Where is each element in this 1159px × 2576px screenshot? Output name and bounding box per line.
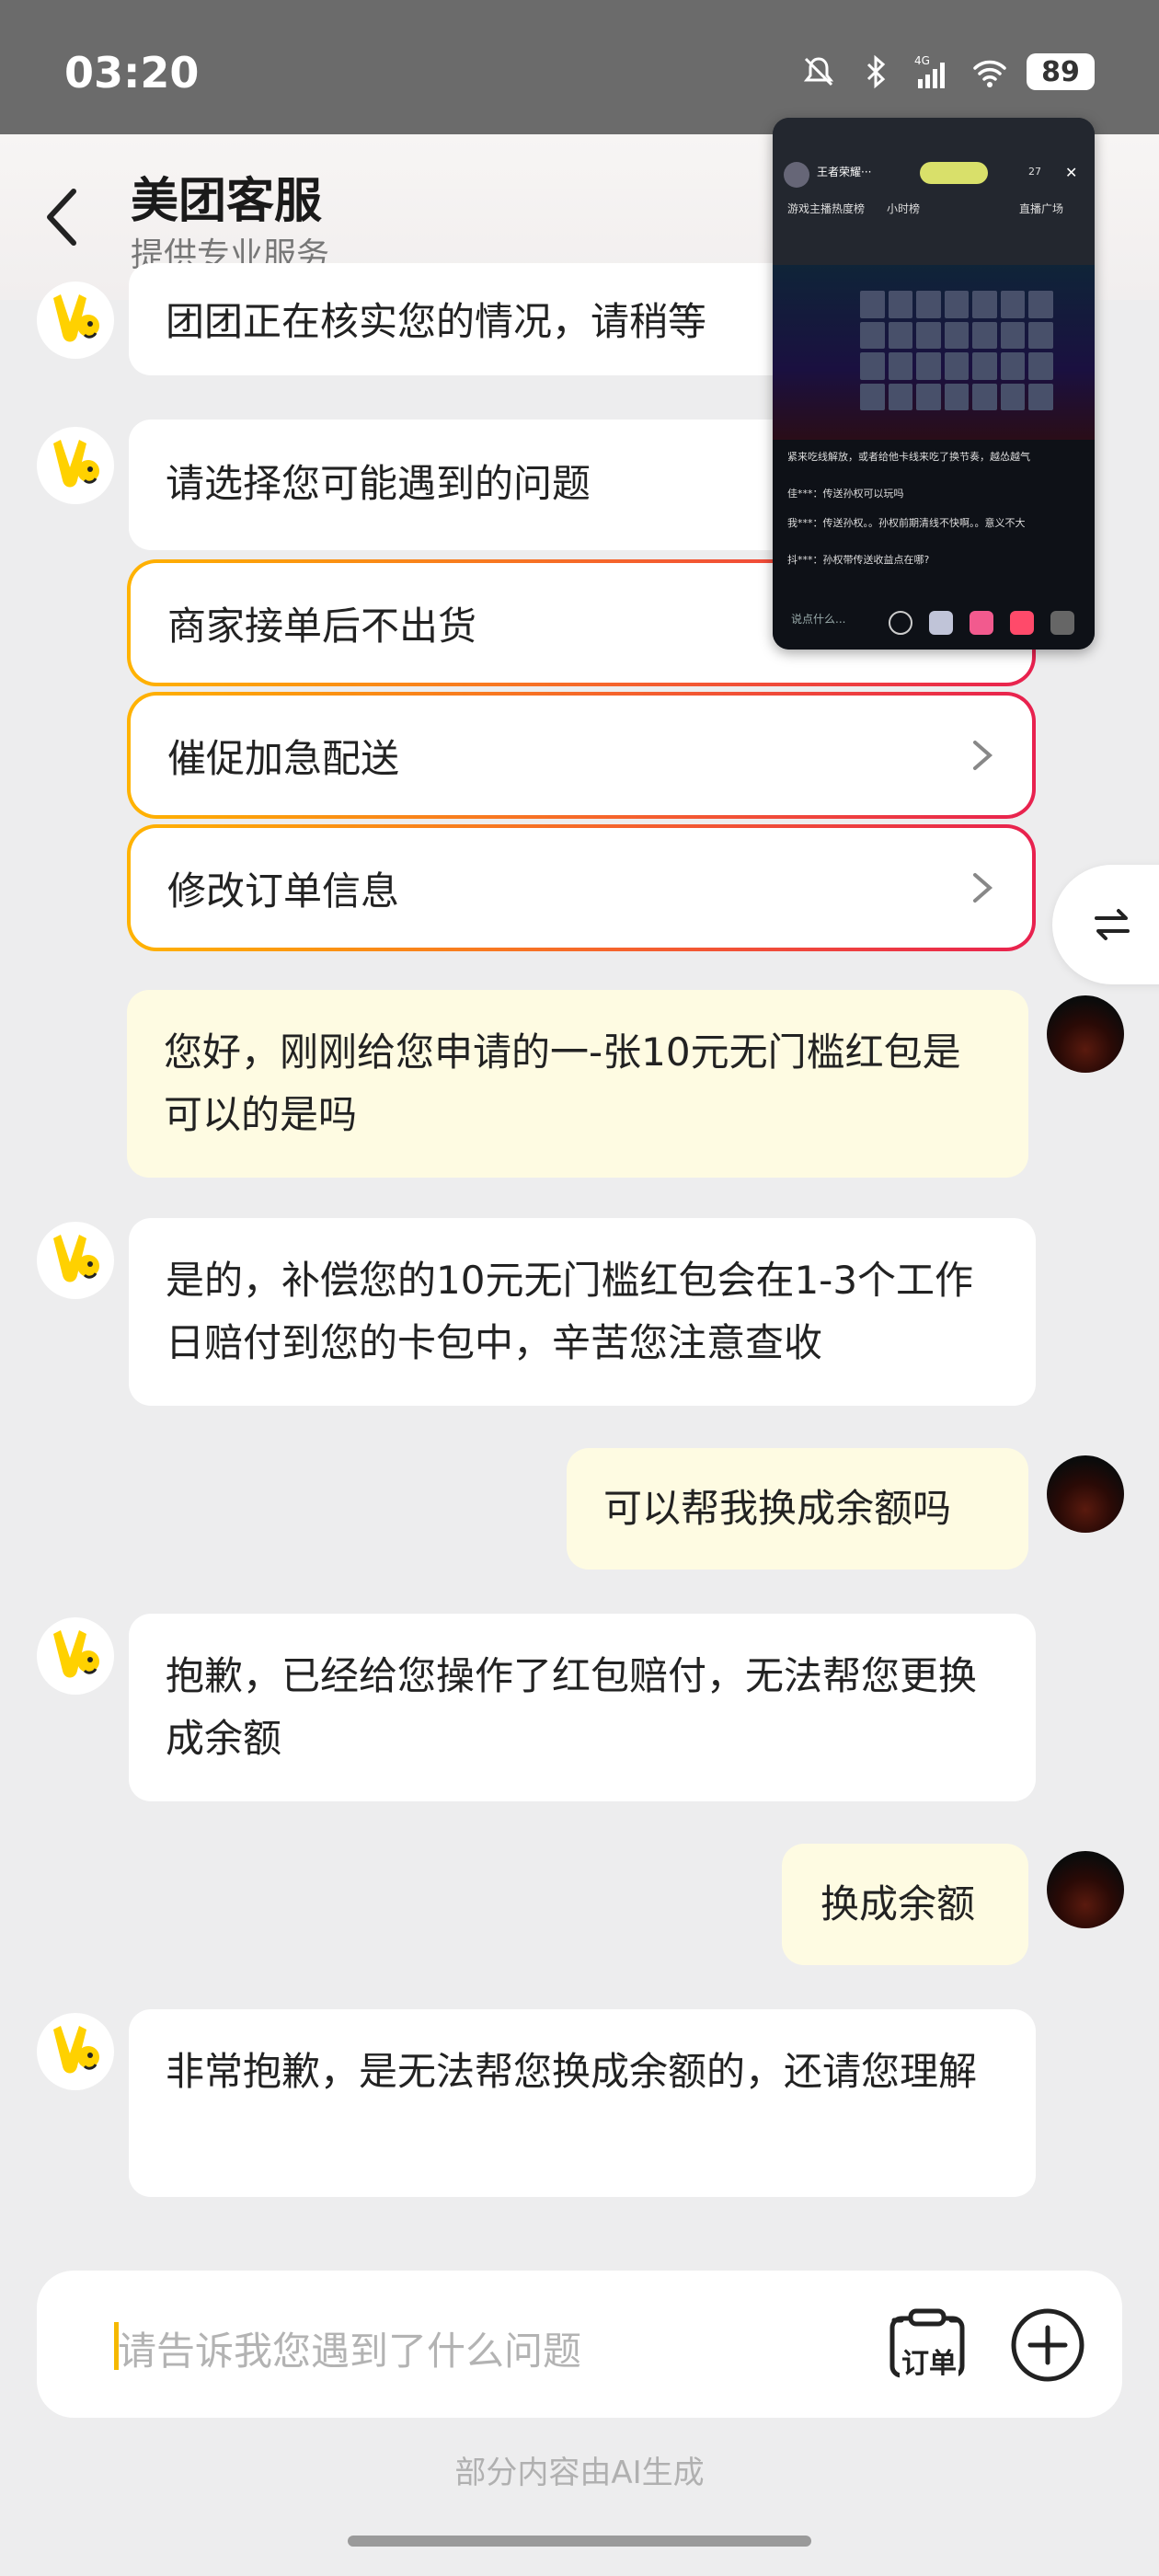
message-text: 抱歉，已经给您操作了红包赔付，无法帮您更换成余额 xyxy=(166,1653,978,1761)
message-text: 换成余额 xyxy=(820,1881,976,1926)
message-text: 团团正在核实您的情况，请稍等 xyxy=(166,299,707,344)
chevron-right-icon xyxy=(973,873,993,903)
emoji-icon[interactable] xyxy=(889,611,912,635)
live-comment-input[interactable]: 说点什么... xyxy=(791,611,845,627)
follow-badge[interactable] xyxy=(920,162,988,184)
chevron-left-icon[interactable] xyxy=(37,180,92,254)
status-bar: 03:20 4G 89 xyxy=(0,0,1159,134)
option-label: 修改订单信息 xyxy=(167,868,400,914)
bot-message: 团团正在核实您的情况，请稍等 xyxy=(129,263,809,375)
streamer-name: 王者荣耀··· xyxy=(817,166,872,178)
streamer-avatar xyxy=(784,162,809,188)
pip-bottom-bar: 说点什么... xyxy=(773,596,1095,650)
signal-4g-icon: 4G xyxy=(914,54,945,88)
heart-icon[interactable] xyxy=(970,611,993,635)
option-label: 商家接单后不出货 xyxy=(167,603,477,649)
bot-avatar xyxy=(37,1222,114,1299)
user-message: 可以帮我换成余额吗 xyxy=(567,1448,1028,1570)
battery-indicator: 89 xyxy=(1027,53,1095,90)
bot-message: 非常抱歉，是无法帮您换成余额的，还请您理解 xyxy=(129,2009,1036,2197)
pip-header: 王者荣耀··· 27 ✕ 游戏主播热度榜 小时榜 直播广场 xyxy=(773,118,1095,265)
viewer-count: 27 xyxy=(1028,166,1041,178)
user-avatar xyxy=(1047,995,1124,1073)
gift-icon[interactable] xyxy=(1010,611,1034,635)
message-text: 是的，补偿您的10元无门槛红包会在1-3个工作日赔付到您的卡包中，辛苦您注意查收 xyxy=(166,1258,974,1365)
user-avatar xyxy=(1047,1851,1124,1928)
floating-video-window[interactable]: 王者荣耀··· 27 ✕ 游戏主播热度榜 小时榜 直播广场 紧来吃线解放，或者给… xyxy=(773,118,1095,650)
message-text: 可以帮我换成余额吗 xyxy=(603,1486,952,1531)
quick-option[interactable]: 催促加急配送 xyxy=(127,692,1036,819)
bot-avatar xyxy=(37,282,114,359)
message-text: 您好，刚刚给您申请的一-张10元无门槛红包是可以的是吗 xyxy=(164,1029,961,1137)
gamepad-icon[interactable] xyxy=(929,611,953,635)
user-message: 您好，刚刚给您申请的一-张10元无门槛红包是可以的是吗 xyxy=(127,990,1028,1178)
mascot-icon xyxy=(53,1235,99,1282)
bot-avatar xyxy=(37,427,114,504)
pip-tag: 游戏主播热度榜 xyxy=(787,202,866,215)
bot-message: 抱歉，已经给您操作了红包赔付，无法帮您更换成余额 xyxy=(129,1614,1036,1801)
live-chat: 紧来吃线解放，或者给他卡线来吃了换节奏，越怂越气 佳***：传送孙权可以玩吗 我… xyxy=(773,440,1095,596)
user-message: 换成余额 xyxy=(782,1844,1028,1965)
plus-circle-icon[interactable] xyxy=(1010,2307,1085,2383)
user-avatar xyxy=(1047,1455,1124,1533)
mascot-icon xyxy=(53,2026,99,2074)
chevron-right-icon xyxy=(973,741,993,770)
message-text: 请选择您可能遇到的问题 xyxy=(166,461,591,506)
status-time: 03:20 xyxy=(64,48,200,98)
quick-option[interactable]: 修改订单信息 xyxy=(127,824,1036,951)
svg-text:4G: 4G xyxy=(914,54,930,67)
ai-disclaimer: 部分内容由AI生成 xyxy=(454,2455,705,2491)
message-text: 非常抱歉，是无法帮您换成余额的，还请您理解 xyxy=(166,2049,978,2094)
mascot-icon xyxy=(53,294,99,342)
pip-tag: 直播广场 xyxy=(1019,202,1064,215)
option-label: 催促加急配送 xyxy=(167,735,400,781)
swap-arrows-icon xyxy=(1095,909,1130,940)
page-title: 美团客服 xyxy=(131,174,323,229)
home-indicator[interactable] xyxy=(348,2536,811,2547)
bot-message: 是的，补偿您的10元无门槛红包会在1-3个工作日赔付到您的卡包中，辛苦您注意查收 xyxy=(129,1218,1036,1406)
mute-icon xyxy=(803,57,834,86)
live-chat-line: 佳***：传送孙权可以玩吗 xyxy=(787,488,904,500)
pip-tag: 小时榜 xyxy=(887,202,921,215)
bluetooth-icon xyxy=(866,54,886,89)
share-icon[interactable] xyxy=(1050,611,1074,635)
message-input[interactable]: 请告诉我您遇到了什么问题 xyxy=(118,2320,581,2376)
live-chat-line: 我***：传送孙权。。孙权前期清线不快啊。。意义不大 xyxy=(787,517,1026,529)
wifi-icon xyxy=(973,60,1006,87)
live-chat-line: 紧来吃线解放，或者给他卡线来吃了换节奏，越怂越气 xyxy=(787,451,1030,463)
status-icons: 4G 89 xyxy=(798,53,1095,90)
mascot-icon xyxy=(53,440,99,488)
game-hero-grid xyxy=(860,291,1053,410)
live-chat-line: 抖***：孙权带传送收益点在哪? xyxy=(787,554,930,566)
bot-avatar xyxy=(37,1617,114,1695)
order-label: 订单 xyxy=(900,2340,958,2381)
bot-avatar xyxy=(37,2013,114,2090)
mascot-icon xyxy=(53,1630,99,1678)
order-button[interactable]: 订单 xyxy=(885,2307,970,2383)
close-icon[interactable]: ✕ xyxy=(1065,164,1077,181)
